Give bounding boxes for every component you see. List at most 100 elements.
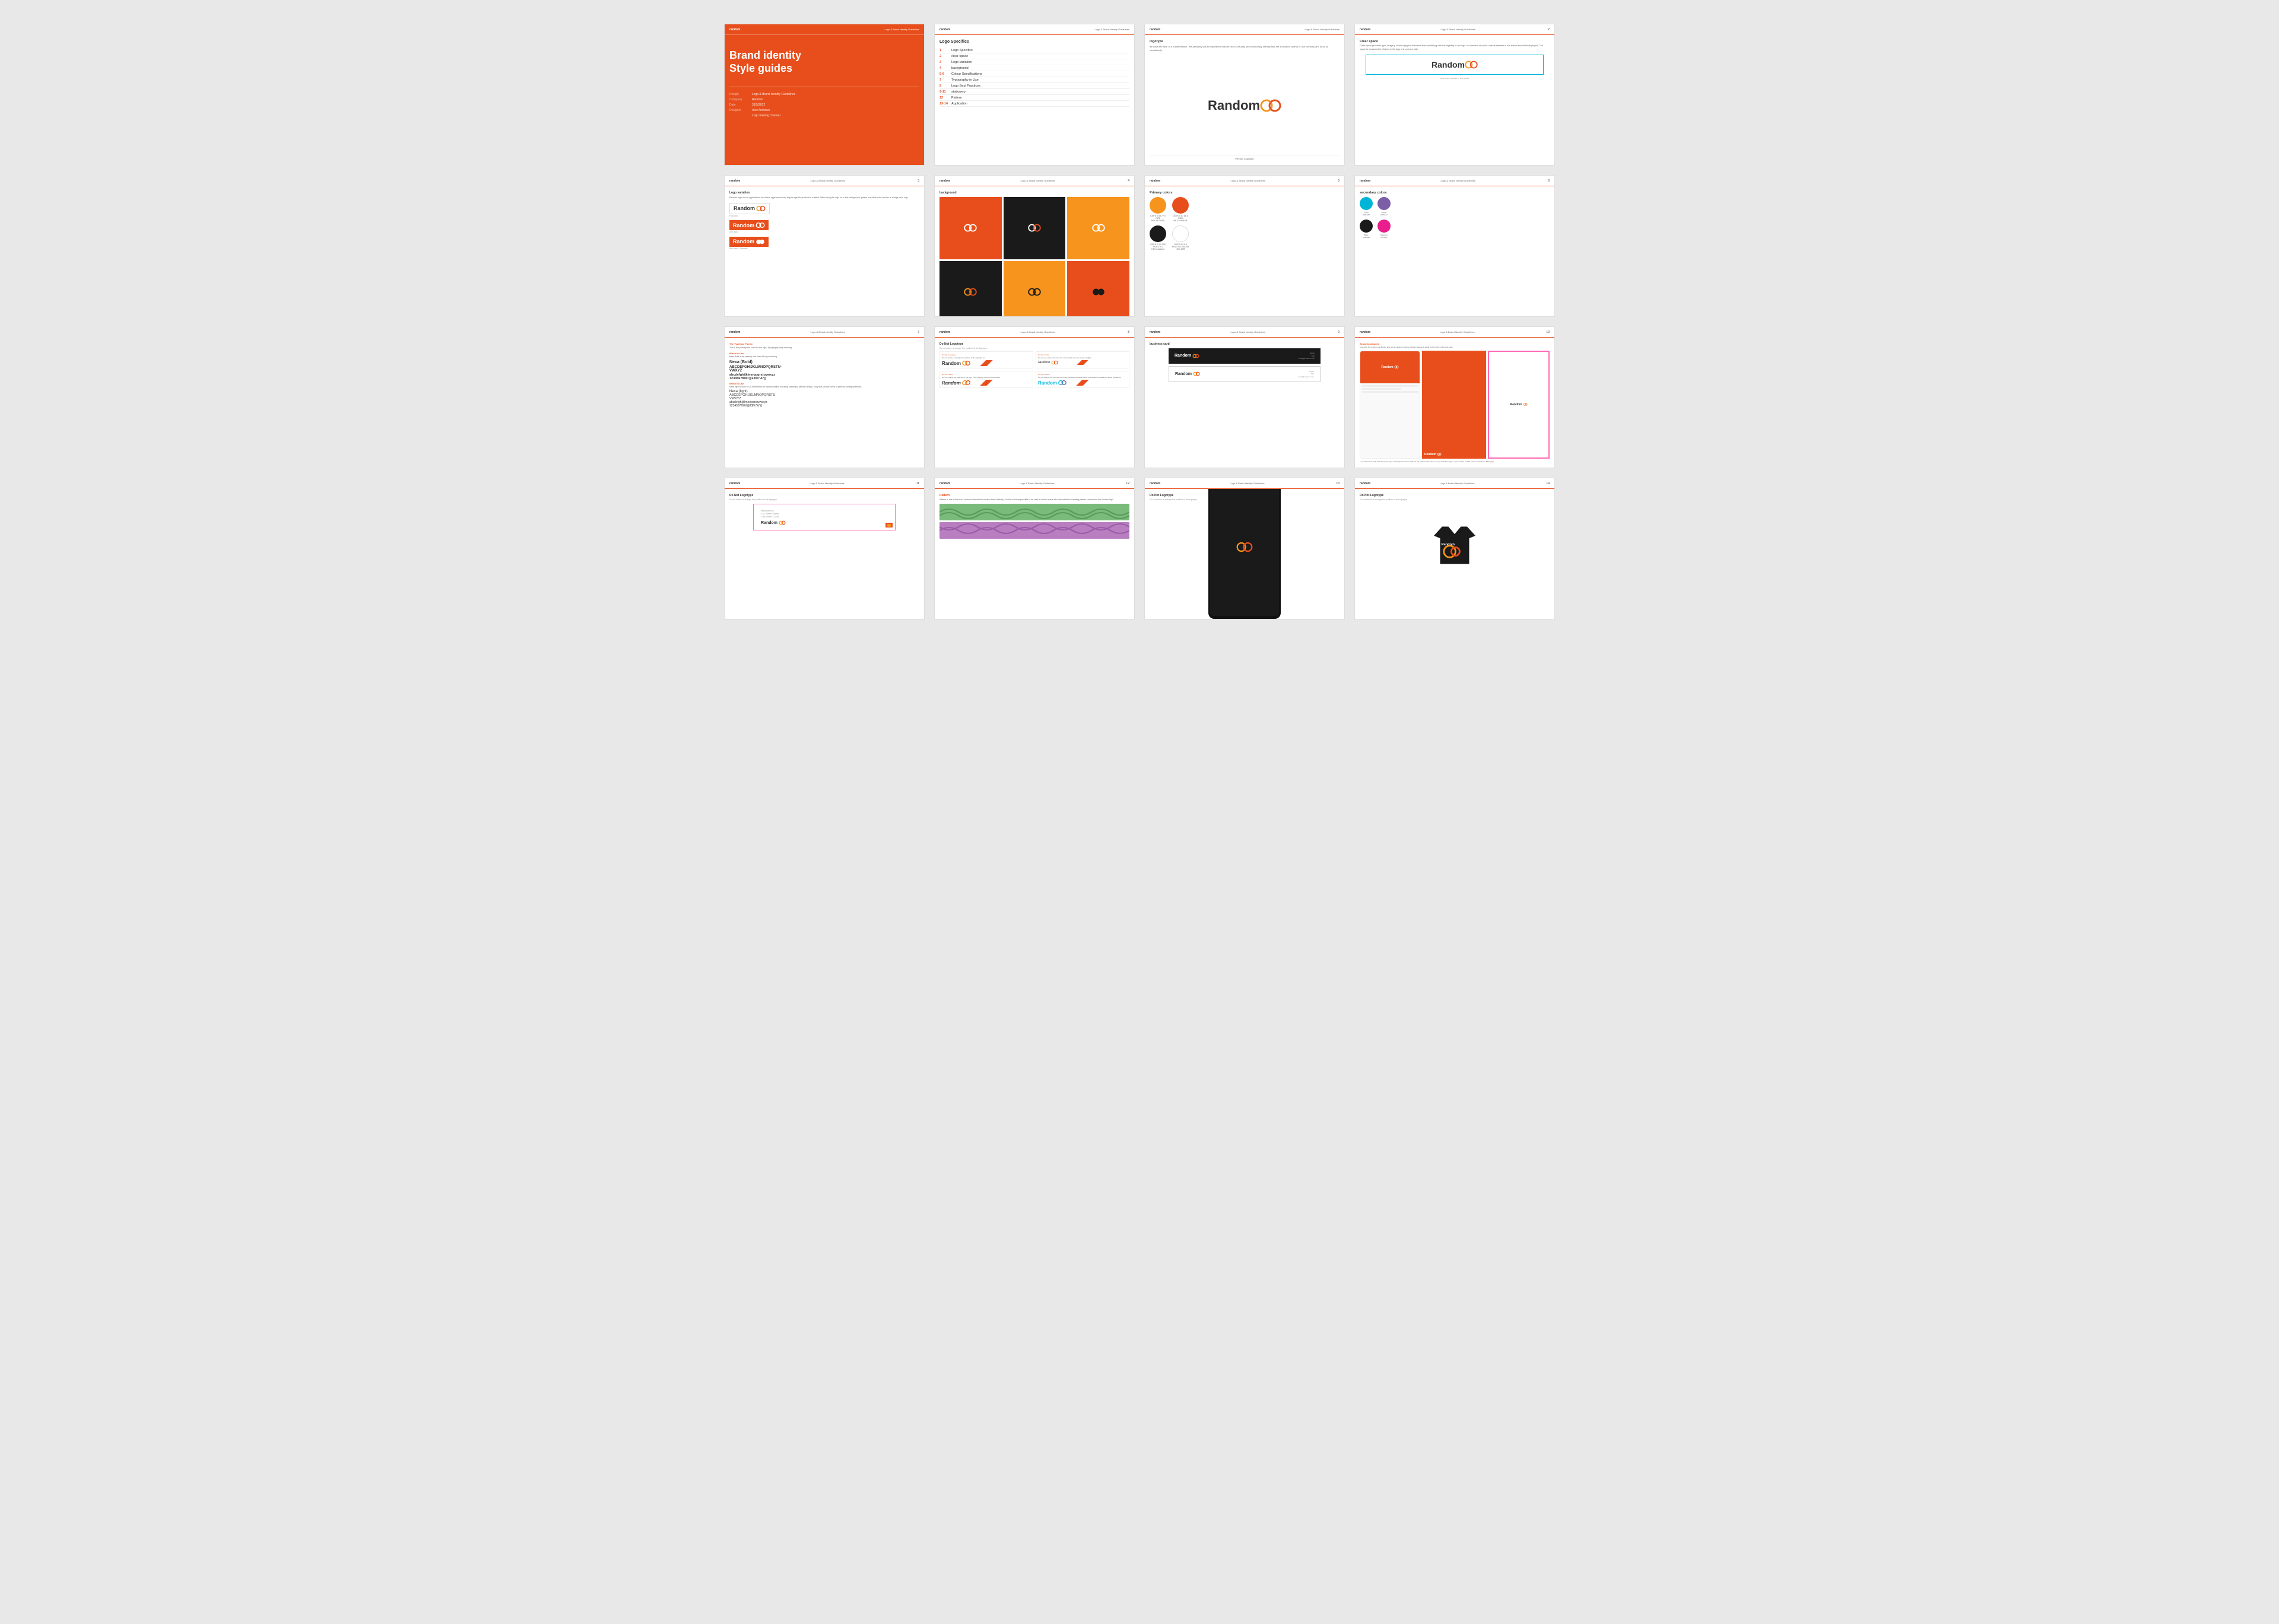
lv-guideline: Logo & Brand Identity Guidelines	[811, 179, 845, 182]
bg-swatch-4	[939, 261, 1002, 316]
ed-envelope-preview: Random Inc.123 Street NameCity, State 12…	[729, 504, 919, 530]
card-2-header: random Logo & Brand Identity Guidelines	[935, 24, 1134, 35]
du-desc-1: Do not resize or change the position of …	[942, 357, 1031, 359]
pt-title: Pattern	[939, 494, 1129, 497]
card-16-header: random Logo & Brand Identity Guidelines …	[1355, 478, 1554, 489]
du-brand: random	[939, 330, 950, 334]
ed-guideline: Logo & Brand Identity Guidelines	[810, 482, 844, 485]
st-guideline: Logo & Brand Identity Guidelines	[1440, 330, 1474, 333]
ty-family-label: The Typeface Family	[729, 342, 919, 345]
bg-swatch-6	[1067, 261, 1129, 316]
card-logo-variation: random Logo & Brand Identity Guidelines …	[724, 175, 925, 317]
du-body: Do Not Logotype Do not resize or change …	[935, 338, 1134, 468]
pc-main-swatches: CMYK 0 59 77 0RGBHEX #F7941D CMYK 0 81 8…	[1150, 197, 1340, 222]
card-pattern: random Logo & Brand Identity Guidelines …	[934, 478, 1135, 619]
cs-body: Clear space Clear space prevents type, i…	[1355, 35, 1554, 165]
cs-guideline: Logo & Brand Identity Guidelines	[1441, 28, 1475, 31]
pt-purple-strip	[939, 522, 1129, 539]
du-logo-3: Random	[941, 380, 1031, 386]
logotype-description: we have the face of a brand/version. We …	[1150, 45, 1340, 52]
ed-note: Do not resize or change the position of …	[729, 498, 919, 501]
date-value: 31/5/2022	[752, 103, 765, 108]
logo-value: Logo training channel	[752, 113, 780, 119]
bg-brand: random	[939, 179, 950, 183]
ed-brand: random	[729, 482, 740, 485]
bg-swatch-2	[1004, 197, 1066, 259]
toc-item-13: 13-14 Application	[939, 101, 1129, 107]
pt-body: Pattern Pattern is one of the most commo…	[935, 489, 1134, 619]
sc-purple-circle	[1377, 197, 1391, 210]
sc-purple-item: Purple#7b5ea7	[1377, 197, 1391, 216]
date-label: Date	[729, 103, 747, 108]
card-4-header: random Logo & Brand Identity Guidelines …	[1355, 24, 1554, 35]
st-phone-top: Random	[1360, 351, 1420, 383]
card-6-header: random Logo & Brand Identity Guidelines …	[935, 176, 1134, 186]
bg-grid	[939, 197, 1129, 316]
cover-title: Brand identityStyle guides	[729, 49, 919, 75]
lv-outline-box: Random	[729, 203, 770, 214]
ed-logo: Random	[761, 520, 888, 525]
card-9-header: random Logo & Brand Identity Guidelines …	[725, 327, 924, 338]
ty-desc: This is the primary font used for the lo…	[729, 347, 919, 349]
pc-orange-vals: CMYK 0 59 77 0RGBHEX #F7941D	[1150, 215, 1166, 222]
toc-item-2: 2 clear space	[939, 53, 1129, 59]
bc-light-logo: Random	[1175, 371, 1200, 376]
bg-swatch-5	[1004, 261, 1066, 316]
card-11-header: random Logo & Brand Identity Guidelines …	[1145, 327, 1344, 338]
ty-light-display: Nexa (light)	[729, 390, 919, 394]
ta-guideline: Logo & Brand Identity Guidelines	[1440, 482, 1474, 485]
logotype-brand: random	[1150, 28, 1160, 31]
bg-swatch-1	[939, 197, 1002, 259]
sc-pink-vals: Magenta#e91e8c	[1377, 234, 1391, 239]
bc-light: Random NameTitleemail@random.com	[1169, 366, 1321, 383]
card-logotype: random Logo & Brand Identity Guidelines …	[1144, 24, 1345, 166]
toc-item-9: 9-11 stationery	[939, 89, 1129, 95]
lv-body: Logo variation Random logo use on applic…	[725, 186, 924, 316]
ta-note: Do not resize or change the position of …	[1360, 498, 1550, 501]
card-3-header: random Logo & Brand Identity Guidelines	[1145, 24, 1344, 35]
logotype-body: logotype we have the face of a brand/ver…	[1145, 35, 1344, 165]
designer-label: Designer	[729, 108, 747, 113]
toc-item-12: 12 Pattern	[939, 95, 1129, 101]
pc-bw-swatches: CMYK 0 0 0 100RGB 0 0 0HEX #1a1a1a CMYK …	[1150, 225, 1340, 250]
ty-light-numbers: 1234567890!@£$%^&*()	[729, 404, 919, 408]
card-1-header: random Logo & Brand Identity Guidelines	[725, 24, 924, 35]
ta-title: Do Not Logotype	[1360, 494, 1550, 497]
pa-phone	[1208, 489, 1281, 619]
sc-guideline: Logo & Brand Identity Guidelines	[1441, 179, 1475, 182]
st-pink-panel: Random	[1488, 351, 1550, 459]
designer-value: Alex Andrews	[752, 108, 770, 113]
lv-item-outline: Random Full color	[729, 202, 919, 217]
pa-guideline: Logo & Brand Identity Guidelines	[1230, 482, 1264, 485]
cs-brand: random	[1360, 28, 1370, 31]
du-label-3: Do Not: Skew	[942, 373, 1031, 376]
card-tshirt-app: random Logo & Brand Identity Guidelines …	[1354, 478, 1555, 619]
toc-title: Logo Specifics	[939, 40, 1129, 44]
st-desc: Logo with 4px or 2px Logo Border with le…	[1360, 346, 1550, 349]
du-desc-2: Do not use other fonts. Use the correct …	[1038, 357, 1127, 359]
sc-purple-vals: Purple#7b5ea7	[1377, 211, 1391, 216]
sc-cyan-item: Cyan#00b4d8	[1360, 197, 1373, 216]
du-item-3: Do Not: Skew Do not change the spacing o…	[939, 371, 1033, 388]
du-logo-4: Random	[1038, 380, 1127, 386]
cs-icon	[1465, 60, 1478, 69]
du-logo-2: random	[1038, 360, 1127, 365]
toc-item-7: 7 Typography in Use	[939, 77, 1129, 83]
cover-meta: Design Logo & Brand Identity Guidelines …	[729, 92, 919, 119]
card-dont-use: random Logo & Brand Identity Guidelines …	[934, 326, 1135, 468]
logotype-section-label: logotype	[1150, 40, 1340, 43]
pc-brand: random	[1150, 179, 1160, 183]
pc-white-item: CMYK 0 0 0 0RGB 255 255 255HEX #ffffff	[1172, 225, 1189, 250]
logotype-logo-display: Random	[1150, 56, 1340, 155]
ed-address: Random Inc.123 Street NameCity, State 12…	[761, 509, 888, 518]
cs-wordmark: Random	[1431, 60, 1465, 69]
card-background: random Logo & Brand Identity Guidelines …	[934, 175, 1135, 317]
st-phone-body	[1360, 383, 1420, 458]
du-item-1: Do Not: Logotype Do not resize or change…	[939, 351, 1033, 368]
bg-guideline: Logo & Brand Identity Guidelines	[1021, 179, 1055, 182]
lv-full-color-label: Full color	[729, 215, 919, 217]
du-label-4: Do Not: Colour	[1038, 373, 1127, 376]
cs-description: Clear space prevents type, imagery or ot…	[1360, 45, 1550, 51]
ty-alphabet-upper: ABCDEFGHIJKLMNOPQRSTU-VWXYZ	[729, 366, 919, 373]
sc-pink-circle	[1377, 220, 1391, 233]
